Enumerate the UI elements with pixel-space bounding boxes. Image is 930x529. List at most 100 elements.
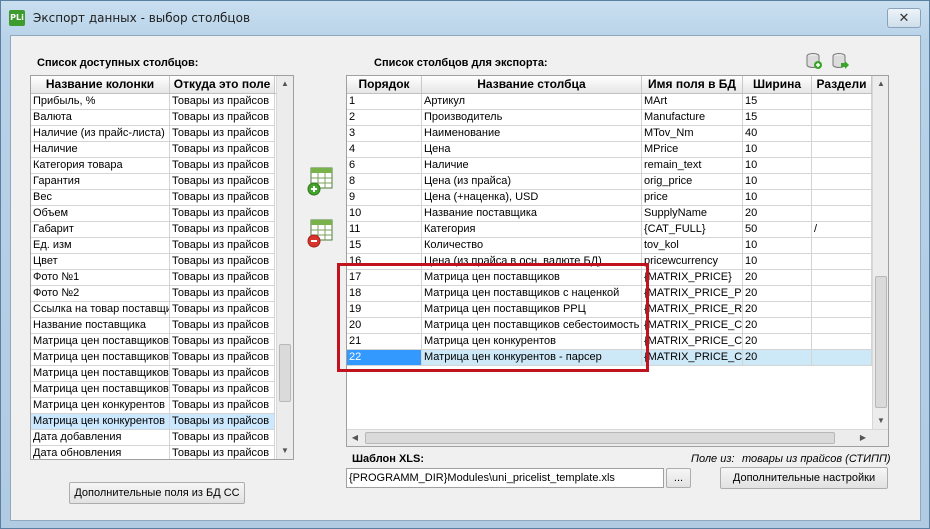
width-cell[interactable]: 50	[743, 222, 812, 238]
column-source-cell[interactable]: Товары из прайсов	[170, 318, 275, 334]
column-source-cell[interactable]: Товары из прайсов	[170, 302, 275, 318]
separator-cell[interactable]	[812, 238, 872, 254]
scroll-up-icon[interactable]: ▲	[277, 76, 293, 92]
column-header-db-field[interactable]: Имя поля в БД	[642, 76, 743, 93]
scroll-down-icon[interactable]: ▼	[277, 443, 293, 459]
column-name-cell[interactable]: Гарантия	[31, 174, 170, 190]
db-field-cell[interactable]: {MATRIX_PRICE_RR	[642, 302, 743, 318]
db-field-cell[interactable]: remain_text	[642, 158, 743, 174]
column-name-cell[interactable]: Ед. изм	[31, 238, 170, 254]
table-row[interactable]: Вес Товары из прайсов	[31, 190, 293, 206]
width-cell[interactable]: 15	[743, 94, 812, 110]
separator-cell[interactable]	[812, 334, 872, 350]
table-row[interactable]: 2 Производитель Manufacture 15	[347, 110, 888, 126]
table-row[interactable]: Матрица цен поставщиков Товары из прайсов	[31, 350, 293, 366]
table-row[interactable]: Ед. изм Товары из прайсов	[31, 238, 293, 254]
table-row[interactable]: Цвет Товары из прайсов	[31, 254, 293, 270]
separator-cell[interactable]	[812, 142, 872, 158]
column-name-cell[interactable]: Объем	[31, 206, 170, 222]
scroll-down-icon[interactable]: ▼	[873, 413, 888, 429]
separator-cell[interactable]	[812, 110, 872, 126]
column-name-cell[interactable]: Категория товара	[31, 158, 170, 174]
column-title-cell[interactable]: Наименование	[422, 126, 642, 142]
separator-cell[interactable]: /	[812, 222, 872, 238]
table-row[interactable]: Валюта Товары из прайсов	[31, 110, 293, 126]
db-field-cell[interactable]: MPrice	[642, 142, 743, 158]
scroll-thumb[interactable]	[875, 276, 887, 408]
width-cell[interactable]: 20	[743, 334, 812, 350]
table-row[interactable]: Название поставщика Товары из прайсов	[31, 318, 293, 334]
table-row[interactable]: 11 Категория {CAT_FULL} 50/	[347, 222, 888, 238]
database-add-icon[interactable]	[805, 52, 823, 70]
separator-cell[interactable]	[812, 270, 872, 286]
table-row[interactable]: 9 Цена (+наценка), USD price 10	[347, 190, 888, 206]
column-header-order[interactable]: Порядок	[347, 76, 422, 93]
column-source-cell[interactable]: Товары из прайсов	[170, 206, 275, 222]
column-title-cell[interactable]: Название поставщика	[422, 206, 642, 222]
column-name-cell[interactable]: Габарит	[31, 222, 170, 238]
scroll-right-icon[interactable]: ▶	[855, 430, 871, 446]
db-field-cell[interactable]: price	[642, 190, 743, 206]
table-row[interactable]: 3 Наименование MTov_Nm 40	[347, 126, 888, 142]
order-cell[interactable]: 9	[347, 190, 422, 206]
db-field-cell[interactable]: MTov_Nm	[642, 126, 743, 142]
order-cell[interactable]: 8	[347, 174, 422, 190]
column-header-source[interactable]: Откуда это поле	[170, 76, 275, 93]
separator-cell[interactable]	[812, 190, 872, 206]
column-name-cell[interactable]: Матрица цен поставщиков	[31, 334, 170, 350]
remove-column-icon[interactable]	[306, 218, 334, 248]
order-cell[interactable]: 15	[347, 238, 422, 254]
width-cell[interactable]: 10	[743, 190, 812, 206]
column-source-cell[interactable]: Товары из прайсов	[170, 398, 275, 414]
column-source-cell[interactable]: Товары из прайсов	[170, 174, 275, 190]
column-name-cell[interactable]: Матрица цен поставщиков	[31, 382, 170, 398]
table-row[interactable]: 4 Цена MPrice 10	[347, 142, 888, 158]
table-row[interactable]: Матрица цен конкурентов Товары из прайсов	[31, 414, 293, 430]
separator-cell[interactable]	[812, 254, 872, 270]
table-row[interactable]: Матрица цен поставщиков Товары из прайсов	[31, 382, 293, 398]
width-cell[interactable]: 40	[743, 126, 812, 142]
scroll-thumb[interactable]	[279, 344, 291, 402]
width-cell[interactable]: 10	[743, 158, 812, 174]
table-row[interactable]: Наличие Товары из прайсов	[31, 142, 293, 158]
template-path-field[interactable]: {PROGRAMM_DIR}Modules\uni_pricelist_temp…	[346, 468, 664, 488]
separator-cell[interactable]	[812, 174, 872, 190]
export-columns-vscroll[interactable]: ▲ ▼	[872, 76, 888, 429]
column-source-cell[interactable]: Товары из прайсов	[170, 110, 275, 126]
table-row[interactable]: 6 Наличие remain_text 10	[347, 158, 888, 174]
column-name-cell[interactable]: Матрица цен конкурентов	[31, 398, 170, 414]
column-name-cell[interactable]: Вес	[31, 190, 170, 206]
table-row[interactable]: Гарантия Товары из прайсов	[31, 174, 293, 190]
available-columns-vscroll[interactable]: ▲ ▼	[276, 76, 293, 459]
table-row[interactable]: Габарит Товары из прайсов	[31, 222, 293, 238]
order-cell[interactable]: 6	[347, 158, 422, 174]
db-field-cell[interactable]: {MATRIX_PRICE_CC	[642, 334, 743, 350]
db-field-cell[interactable]: {MATRIX_PRICE_CC	[642, 318, 743, 334]
column-name-cell[interactable]: Матрица цен поставщиков	[31, 366, 170, 382]
column-source-cell[interactable]: Товары из прайсов	[170, 446, 275, 459]
export-columns-grid[interactable]: Порядок Название столбца Имя поля в БД Ш…	[346, 75, 889, 447]
order-cell[interactable]: 11	[347, 222, 422, 238]
width-cell[interactable]: 20	[743, 302, 812, 318]
column-source-cell[interactable]: Товары из прайсов	[170, 190, 275, 206]
column-name-cell[interactable]: Матрица цен конкурентов	[31, 414, 170, 430]
column-source-cell[interactable]: Товары из прайсов	[170, 142, 275, 158]
table-row[interactable]: Фото №1 Товары из прайсов	[31, 270, 293, 286]
column-name-cell[interactable]: Цвет	[31, 254, 170, 270]
column-title-cell[interactable]: Артикул	[422, 94, 642, 110]
column-name-cell[interactable]: Ссылка на товар поставщи	[31, 302, 170, 318]
scroll-left-icon[interactable]: ◀	[347, 430, 363, 446]
order-cell[interactable]: 3	[347, 126, 422, 142]
separator-cell[interactable]	[812, 318, 872, 334]
order-cell[interactable]: 1	[347, 94, 422, 110]
column-name-cell[interactable]: Прибыль, %	[31, 94, 170, 110]
column-name-cell[interactable]: Название поставщика	[31, 318, 170, 334]
table-row[interactable]: Наличие (из прайс-листа) Товары из прайсо…	[31, 126, 293, 142]
column-name-cell[interactable]: Дата обновления	[31, 446, 170, 459]
additional-settings-button[interactable]: Дополнительные настройки	[720, 467, 888, 489]
column-header-name[interactable]: Название колонки	[31, 76, 170, 93]
table-row[interactable]: Фото №2 Товары из прайсов	[31, 286, 293, 302]
table-row[interactable]: Матрица цен конкурентов Товары из прайсов	[31, 398, 293, 414]
column-source-cell[interactable]: Товары из прайсов	[170, 270, 275, 286]
order-cell[interactable]: 10	[347, 206, 422, 222]
